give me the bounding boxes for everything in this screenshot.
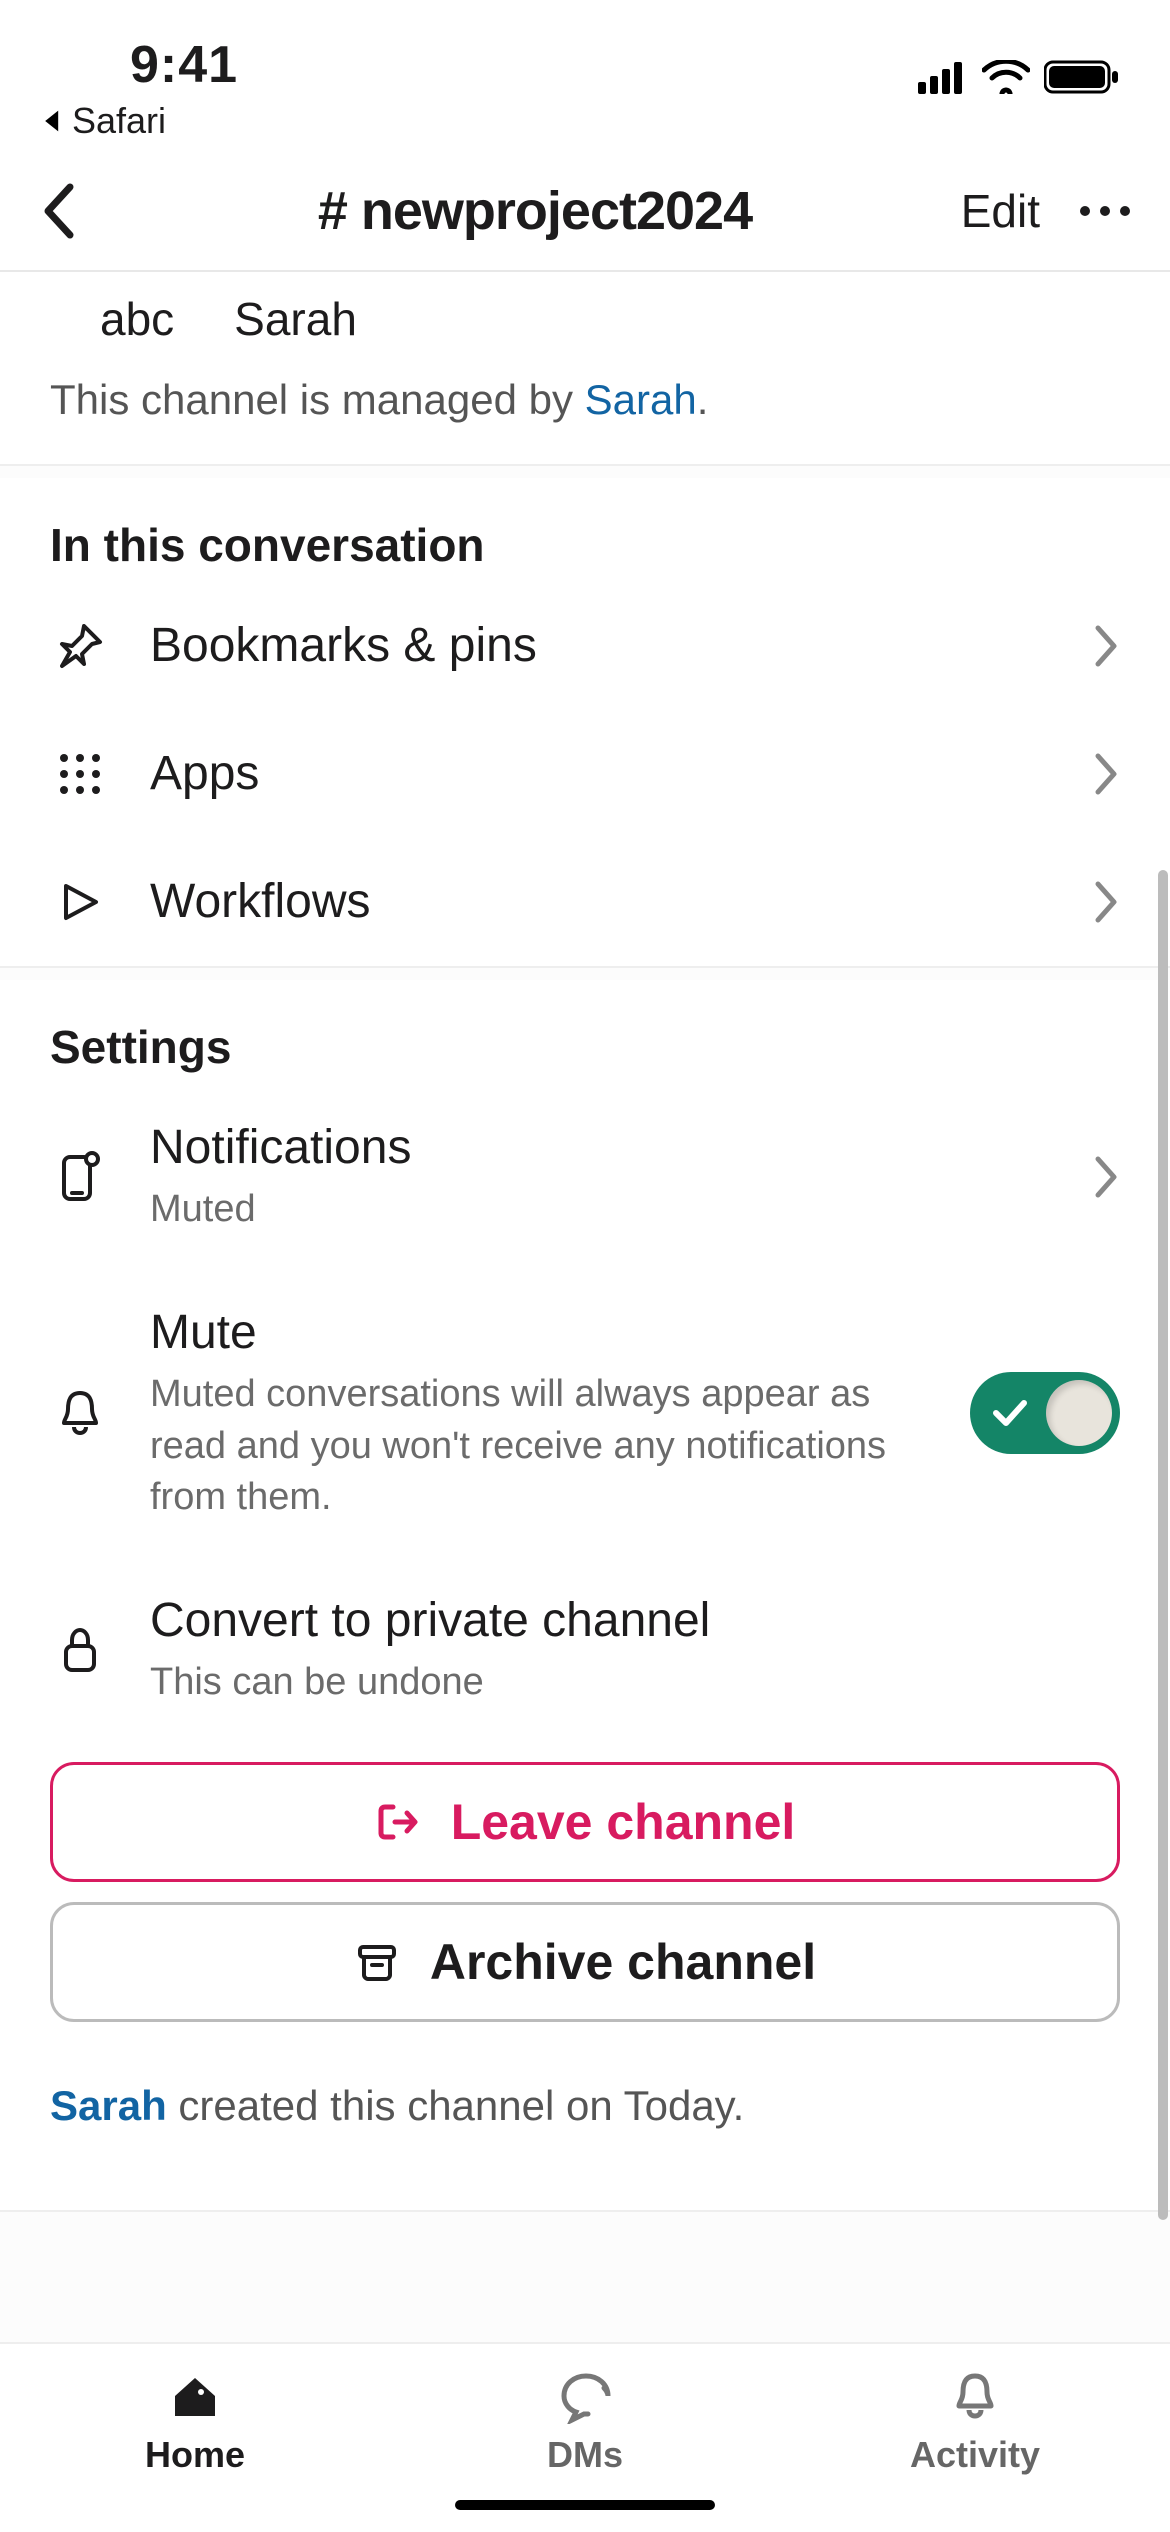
- creator-link[interactable]: Sarah: [50, 2082, 167, 2129]
- settings-section-title: Settings: [0, 1020, 1170, 1084]
- convert-sub: This can be undone: [150, 1657, 970, 1708]
- chevron-right-icon: [1094, 752, 1120, 796]
- check-icon: [992, 1395, 1028, 1431]
- activity-bell-icon: [947, 2368, 1003, 2424]
- bookmarks-label: Bookmarks & pins: [150, 616, 1030, 676]
- tab-dms-label: DMs: [547, 2434, 623, 2476]
- status-indicators: [918, 59, 1120, 95]
- owner-link[interactable]: Sarah: [585, 376, 697, 423]
- channel-title: # newproject2024: [160, 180, 910, 242]
- home-icon: [167, 2368, 223, 2424]
- leave-label: Leave channel: [451, 1793, 796, 1851]
- home-indicator[interactable]: [455, 2500, 715, 2510]
- nav-header: # newproject2024 Edit: [0, 152, 1170, 272]
- leave-icon: [375, 1799, 421, 1845]
- chevron-right-icon: [1094, 624, 1120, 668]
- cellular-icon: [918, 60, 968, 94]
- tab-activity[interactable]: Activity: [782, 2368, 1168, 2476]
- chevron-right-icon: [1094, 880, 1120, 924]
- tab-home[interactable]: Home: [2, 2368, 388, 2476]
- notifications-sub: Muted: [150, 1184, 970, 1235]
- phone-notification-icon: [58, 1151, 102, 1203]
- mute-toggle[interactable]: [970, 1372, 1120, 1454]
- apps-label: Apps: [150, 744, 1030, 804]
- conversation-section: In this conversation Bookmarks & pins Ap…: [0, 478, 1170, 968]
- tab-dms[interactable]: DMs: [392, 2368, 778, 2476]
- breadcrumb-label: Safari: [72, 100, 166, 142]
- workflows-row[interactable]: Workflows: [0, 838, 1170, 966]
- play-icon: [58, 880, 102, 924]
- convert-label: Convert to private channel: [150, 1591, 1120, 1651]
- members-row: abc Sarah: [50, 292, 1120, 376]
- tab-home-label: Home: [145, 2434, 245, 2476]
- wifi-icon: [982, 60, 1030, 94]
- channel-created-note: Sarah created this channel on Today.: [0, 2042, 1170, 2190]
- back-icon[interactable]: [40, 181, 80, 241]
- dms-icon: [554, 2368, 616, 2424]
- notifications-row[interactable]: Notifications Muted: [0, 1084, 1170, 1269]
- workflows-label: Workflows: [150, 872, 1030, 932]
- member-name: Sarah: [234, 292, 357, 346]
- mute-row: Mute Muted conversations will always app…: [0, 1269, 1170, 1557]
- convert-private-row[interactable]: Convert to private channel This can be u…: [0, 1557, 1170, 1742]
- mute-label: Mute: [150, 1303, 930, 1363]
- bell-icon: [56, 1387, 104, 1439]
- leave-channel-button[interactable]: Leave channel: [50, 1762, 1120, 1882]
- bookmarks-row[interactable]: Bookmarks & pins: [0, 582, 1170, 710]
- edit-button[interactable]: Edit: [961, 184, 1040, 238]
- managed-by-text: This channel is managed by Sarah.: [50, 376, 1120, 424]
- scroll-indicator[interactable]: [1158, 870, 1168, 2220]
- back-triangle-icon: [40, 108, 66, 134]
- status-bar: 9:41: [0, 0, 1170, 100]
- battery-icon: [1044, 59, 1120, 95]
- mute-sub: Muted conversations will always appear a…: [150, 1369, 930, 1523]
- more-button[interactable]: [1080, 206, 1130, 216]
- chevron-right-icon: [1094, 1155, 1120, 1199]
- back-to-app[interactable]: Safari: [0, 100, 1170, 152]
- pin-icon: [56, 622, 104, 670]
- notifications-label: Notifications: [150, 1118, 1030, 1178]
- toggle-knob: [1046, 1380, 1112, 1446]
- archive-channel-button[interactable]: Archive channel: [50, 1902, 1120, 2022]
- apps-row[interactable]: Apps: [0, 710, 1170, 838]
- member-initials: abc: [100, 292, 174, 346]
- apps-grid-icon: [58, 752, 102, 796]
- tab-activity-label: Activity: [910, 2434, 1040, 2476]
- archive-icon: [354, 1939, 400, 1985]
- lock-icon: [58, 1624, 102, 1676]
- archive-label: Archive channel: [430, 1933, 816, 1991]
- conversation-section-title: In this conversation: [0, 518, 1170, 582]
- settings-section: Settings Notifications Muted Mute Muted …: [0, 980, 1170, 2212]
- status-time: 9:41: [130, 35, 238, 95]
- channel-info-header: abc Sarah This channel is managed by Sar…: [0, 272, 1170, 466]
